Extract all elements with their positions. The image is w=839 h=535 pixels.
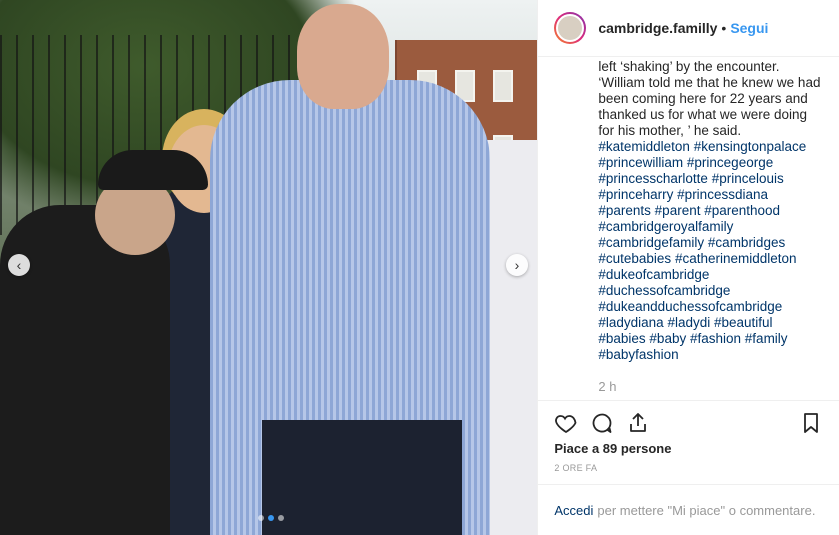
photo-hat — [98, 150, 208, 190]
hashtag-link[interactable]: #baby — [649, 331, 686, 346]
comment-prompt: per mettere "Mi piace" o commentare. — [597, 502, 816, 518]
hashtag-link[interactable]: #parenthood — [704, 203, 780, 218]
caption: left ‘shaking’ by the encounter. ‘Willia… — [538, 57, 839, 375]
separator-dot: • — [721, 20, 727, 36]
hashtag-link[interactable]: #babies — [598, 331, 645, 346]
hashtag-link[interactable]: #catherinemiddleton — [675, 251, 797, 266]
post-header: cambridge.familly • Segui — [538, 0, 839, 57]
hashtag-link[interactable]: #dukeofcambridge — [598, 267, 709, 282]
share-icon[interactable] — [626, 411, 650, 435]
hashtag-link[interactable]: #parent — [655, 203, 701, 218]
photo-man-jacket — [0, 205, 170, 535]
divider — [538, 484, 839, 485]
post-date: 2 ORE FA — [554, 463, 598, 473]
hashtag-link[interactable]: #duchessofcambridge — [598, 283, 730, 298]
chevron-right-icon[interactable]: › — [506, 254, 528, 276]
photo-trousers — [262, 420, 462, 535]
hashtag-link[interactable]: #dukeandduchessofcambridge — [598, 299, 782, 314]
photo-man-head — [297, 4, 389, 109]
hashtag-link[interactable]: #ladydi — [667, 315, 710, 330]
hashtag-link[interactable]: #beautiful — [714, 315, 773, 330]
bookmark-icon[interactable] — [799, 411, 823, 435]
caption-text: left ‘shaking’ by the encounter. ‘Willia… — [598, 59, 821, 138]
hashtag-link[interactable]: #princesscharlotte — [598, 171, 708, 186]
hashtag-link[interactable]: #babyfashion — [598, 347, 678, 362]
username-link[interactable]: cambridge.familly — [598, 20, 717, 36]
hashtag-link[interactable]: #fashion — [690, 331, 741, 346]
likes-count[interactable]: Piace a 89 persone — [554, 441, 671, 456]
carousel-dot — [258, 515, 264, 521]
hashtag-list: #katemiddleton #kensingtonpalace #prince… — [598, 139, 823, 363]
hashtag-link[interactable]: #princelouis — [712, 171, 784, 186]
chevron-left-icon[interactable]: ‹ — [8, 254, 30, 276]
hashtag-link[interactable]: #family — [745, 331, 788, 346]
hashtag-link[interactable]: #parents — [598, 203, 651, 218]
divider — [538, 400, 839, 401]
hashtag-link[interactable]: #ladydiana — [598, 315, 663, 330]
heart-icon[interactable] — [554, 411, 578, 435]
carousel-dot — [278, 515, 284, 521]
comment-icon[interactable] — [590, 411, 614, 435]
hashtag-link[interactable]: #princeharry — [598, 187, 673, 202]
hashtag-link[interactable]: #princessdiana — [677, 187, 768, 202]
login-link[interactable]: Accedi — [554, 503, 593, 518]
post-photo[interactable]: ‹ › — [0, 0, 538, 535]
hashtag-link[interactable]: #cambridges — [708, 235, 785, 250]
carousel-dot-active — [268, 515, 274, 521]
hashtag-link[interactable]: #cambridgeroyalfamily — [598, 219, 733, 234]
hashtag-link[interactable]: #katemiddleton — [598, 139, 690, 154]
comment-login-row: Accedi per mettere "Mi piace" o commenta… — [554, 495, 823, 525]
hashtag-link[interactable]: #cutebabies — [598, 251, 671, 266]
action-bar — [554, 410, 823, 436]
instagram-post: ‹ › cambridge.familly • Segui left ‘shak… — [0, 0, 839, 535]
follow-button[interactable]: Segui — [730, 20, 768, 36]
hashtag-link[interactable]: #cambridgefamily — [598, 235, 704, 250]
hashtag-link[interactable]: #princewilliam — [598, 155, 683, 170]
hashtag-link[interactable]: #kensingtonpalace — [694, 139, 807, 154]
hashtag-link[interactable]: #princegeorge — [687, 155, 773, 170]
carousel-dots — [258, 515, 284, 521]
avatar[interactable] — [554, 12, 587, 44]
post-sidebar: cambridge.familly • Segui left ‘shaking’… — [537, 0, 839, 535]
time-ago: 2 h — [598, 379, 617, 394]
